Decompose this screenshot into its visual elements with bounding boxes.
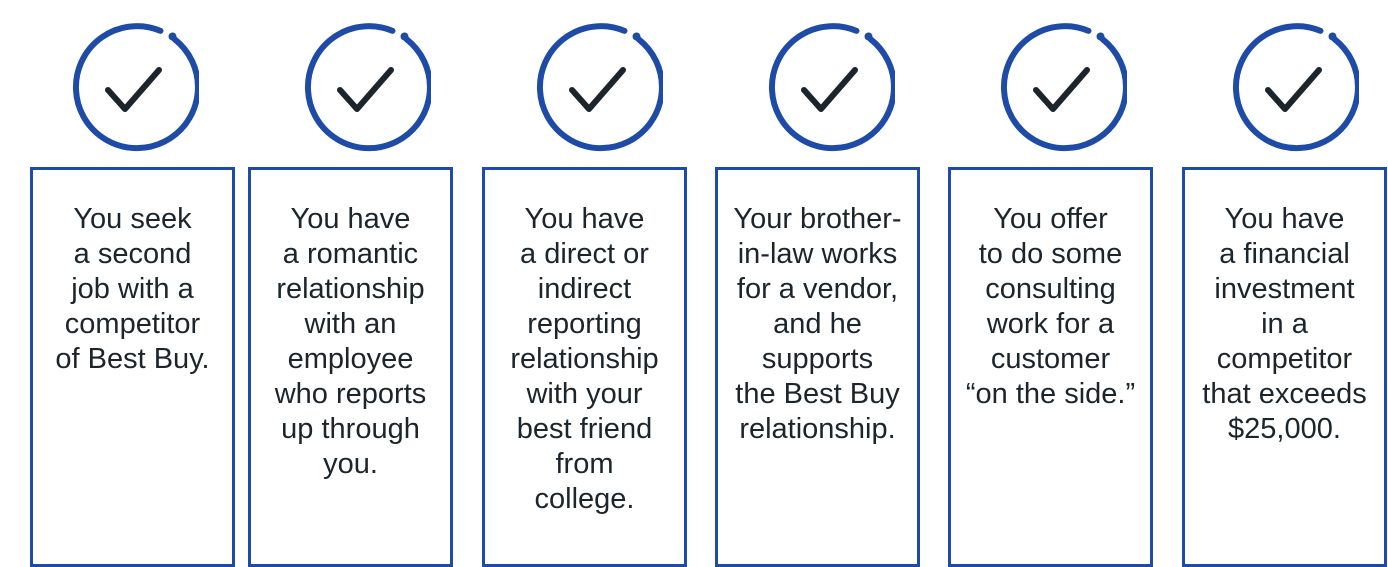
scenario-text: You have a financial investment in a com… [1202, 203, 1367, 445]
scenario-card: You have a romantic relationship with an… [248, 167, 453, 567]
scenario-card: You have a financial investment in a com… [1182, 167, 1387, 567]
checkmark-icon [1232, 23, 1359, 152]
checkmark-icon [304, 23, 431, 152]
scenario-text: You have a romantic relationship with an… [274, 203, 427, 480]
scenario-card: You have a direct or indirect reporting … [482, 167, 687, 567]
scenario-card: You offer to do some consulting work for… [948, 167, 1153, 567]
scenario-card: Your brother- in-law works for a vendor,… [715, 167, 920, 567]
scenario-text: You offer to do some consulting work for… [965, 203, 1136, 410]
checkmark-icon [768, 23, 895, 152]
scenario-card: You seek a second job with a competitor … [30, 167, 235, 567]
scenario-text: You seek a second job with a competitor … [55, 203, 210, 375]
scenario-text: Your brother- in-law works for a vendor,… [733, 203, 902, 445]
checkmark-icon [536, 23, 663, 152]
checkmark-icon [72, 23, 199, 152]
scenario-text: You have a direct or indirect reporting … [510, 203, 659, 515]
checkmark-icon [1000, 23, 1127, 152]
